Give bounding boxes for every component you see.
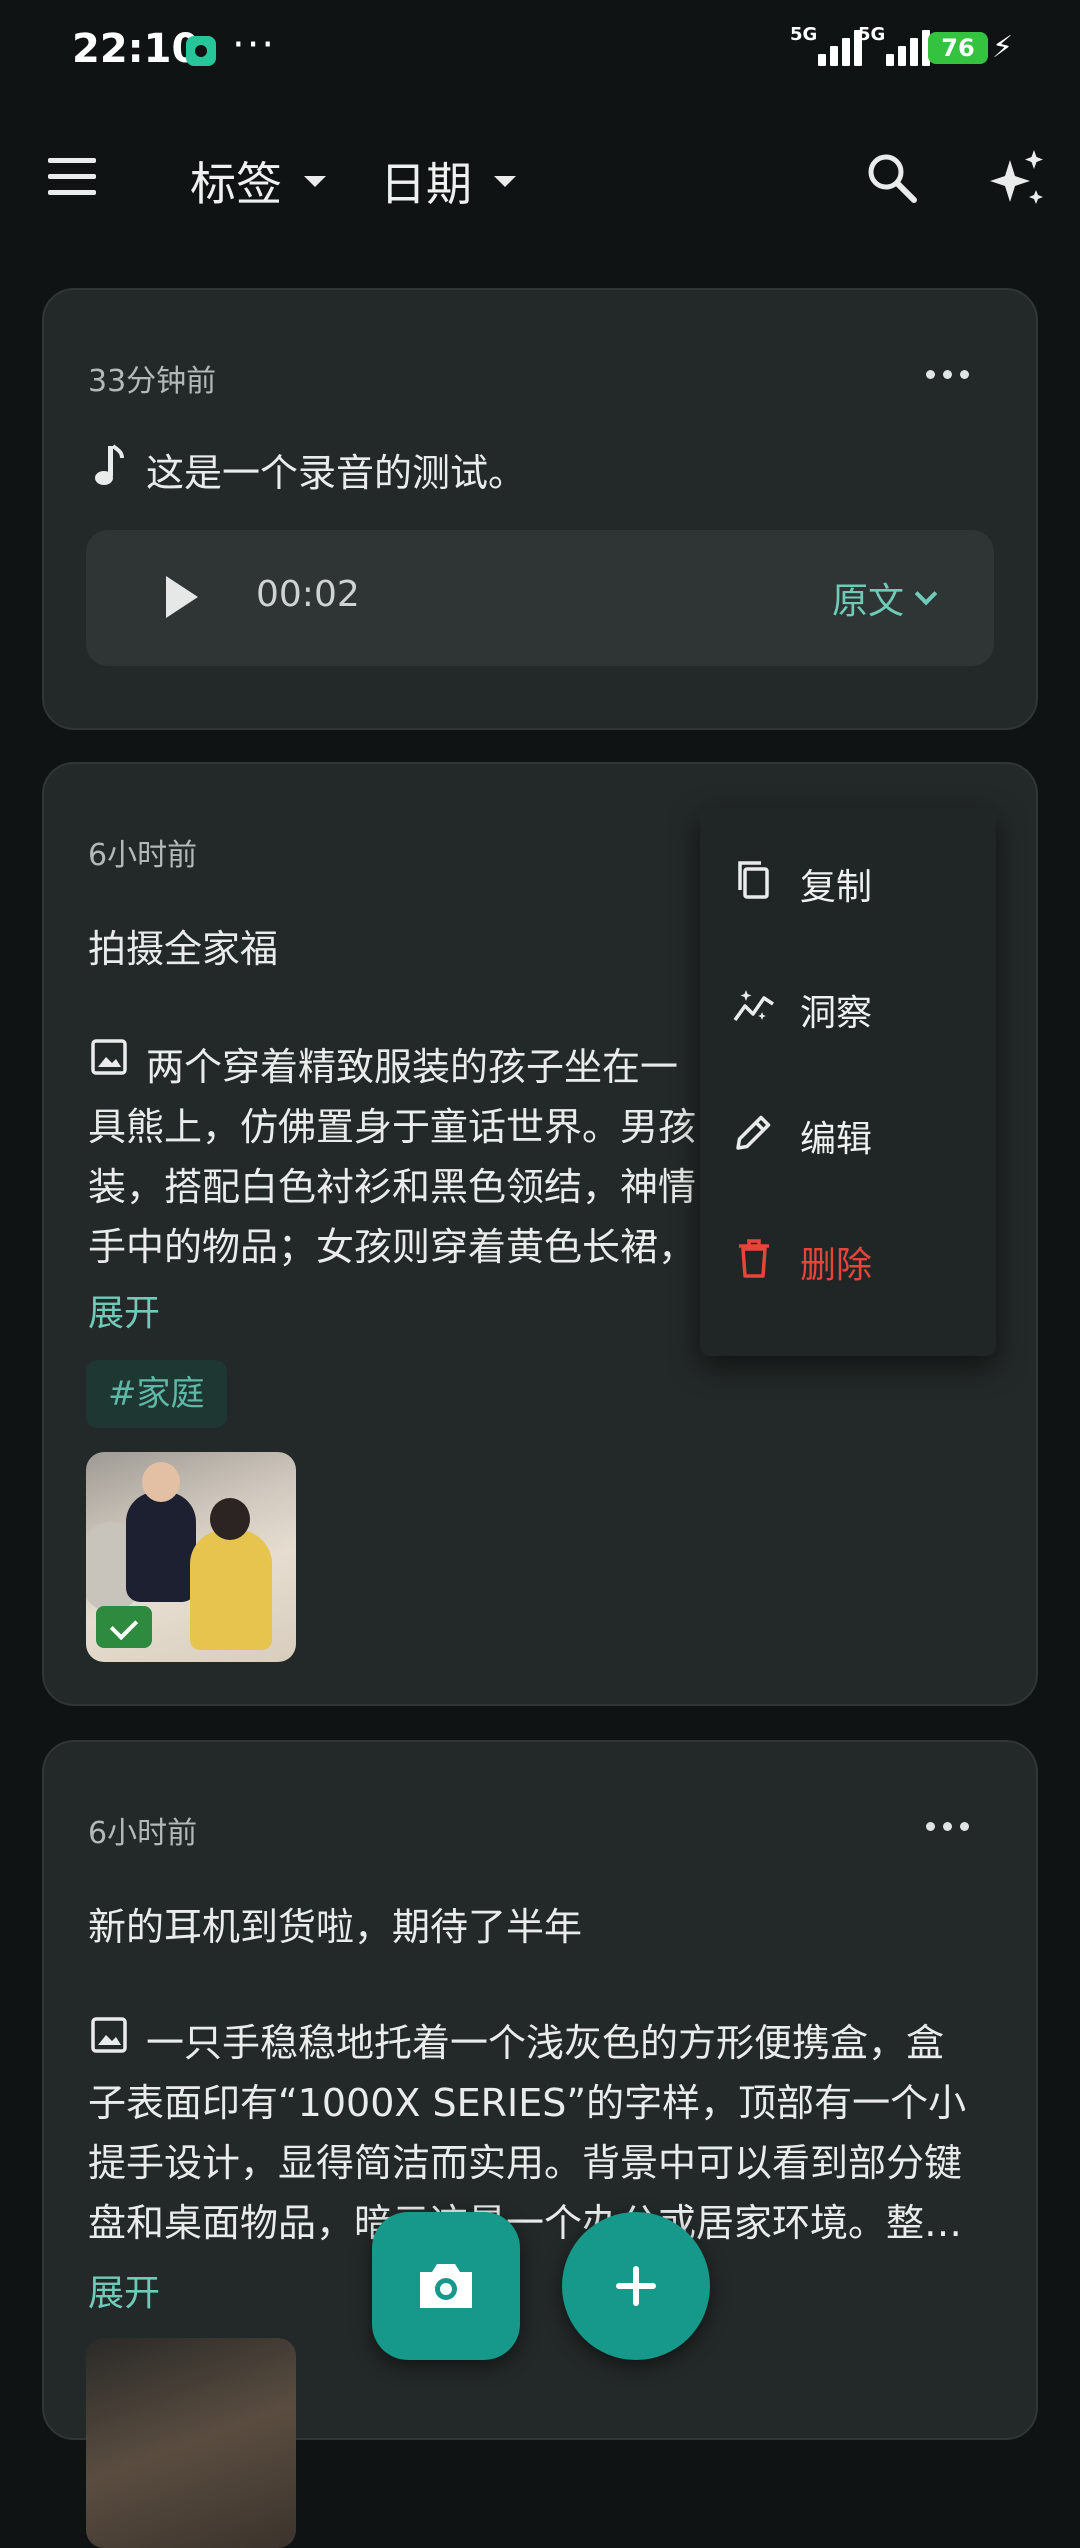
note-time: 33分钟前 (88, 364, 217, 399)
app-notification-icon (186, 36, 216, 66)
sparkle-icon[interactable] (984, 148, 1048, 212)
note-text: 这是一个录音的测试。 (146, 451, 527, 495)
menu-item-label: 洞察 (800, 993, 873, 1034)
image-icon (91, 1039, 127, 1075)
description-line: 装，搭配白色衬衫和黑色领结，神情 (88, 1165, 697, 1209)
date-filter-label: 日期 (380, 157, 472, 211)
check-icon (96, 1606, 152, 1648)
tag-chip[interactable]: #家庭 (86, 1360, 227, 1428)
expand-link[interactable]: 展开 (88, 1284, 160, 1336)
more-notifications-icon: ··· (232, 22, 277, 68)
signal-2-icon: 5G (858, 24, 938, 66)
photo-boy (126, 1462, 196, 1602)
original-text-label: 原文 (831, 581, 904, 622)
chevron-down-icon (914, 582, 938, 606)
description-line: 具熊上，仿佛置身于童话世界。男孩 (88, 1105, 697, 1149)
network-type-2: 5G (858, 24, 886, 45)
add-note-button[interactable] (562, 2212, 710, 2360)
music-note-icon (95, 444, 124, 485)
menu-item-delete[interactable]: 删除 (700, 1198, 996, 1318)
search-icon[interactable] (864, 150, 920, 206)
original-text-toggle[interactable]: 原文 (831, 572, 938, 624)
copy-icon (738, 861, 769, 899)
description-line: 一只手稳稳地托着一个浅灰色的方形便携盒，盒 (146, 2021, 945, 2065)
audio-player: 00:02 原文 (86, 530, 994, 666)
camera-icon (420, 2264, 472, 2308)
menu-item-insight[interactable]: 洞察 (700, 946, 996, 1066)
photo-thumbnail[interactable] (86, 1452, 296, 1662)
expand-link[interactable]: 展开 (88, 2264, 160, 2316)
note-time: 6小时前 (88, 1816, 198, 1851)
note-title: 拍摄全家福 (88, 927, 279, 971)
context-menu: 复制 洞察 编辑 删除 (700, 808, 996, 1356)
tags-filter-label: 标签 (190, 157, 282, 211)
description-line: 盘和桌面物品，暗示这是一个办公或居家环境。整… (88, 2201, 963, 2245)
photo-thumbnail[interactable] (86, 2338, 296, 2548)
menu-item-label: 删除 (800, 1245, 873, 1286)
menu-item-copy[interactable]: 复制 (700, 820, 996, 940)
audio-duration: 00:02 (256, 574, 360, 615)
status-time: 22:10 (72, 26, 200, 72)
more-options-icon[interactable] (922, 1812, 982, 1842)
delete-icon (739, 1239, 769, 1278)
more-options-icon[interactable] (922, 360, 982, 390)
network-type-1: 5G (790, 24, 818, 45)
charging-icon: ⚡ (992, 30, 1014, 65)
camera-button[interactable] (372, 2212, 520, 2360)
tags-filter-dropdown[interactable]: 标签 (190, 148, 326, 214)
description-line: 手中的物品；女孩则穿着黄色长裙， (88, 1225, 697, 1269)
battery-level: 76 (941, 34, 975, 62)
description-line: 提手设计，显得简洁而实用。背景中可以看到部分键 (88, 2141, 963, 2185)
menu-icon[interactable] (48, 158, 98, 198)
battery-indicator: 76 (928, 32, 988, 64)
description-line: 子表面印有“1000X SERIES”的字样，顶部有一个小 (88, 2081, 967, 2125)
description-line: 两个穿着精致服装的孩子坐在一 (146, 1045, 679, 1089)
menu-item-label: 复制 (800, 867, 873, 908)
caret-down-icon (304, 175, 326, 187)
edit-icon (736, 1115, 771, 1150)
note-time: 6小时前 (88, 838, 198, 873)
insight-icon (733, 990, 774, 1022)
menu-item-label: 编辑 (800, 1119, 873, 1160)
caret-down-icon (494, 175, 516, 187)
image-icon (91, 2017, 127, 2053)
play-icon[interactable] (166, 576, 198, 618)
date-filter-dropdown[interactable]: 日期 (380, 148, 516, 214)
menu-item-edit[interactable]: 编辑 (700, 1072, 996, 1192)
photo-girl (190, 1498, 272, 1650)
note-title: 新的耳机到货啦，期待了半年 (88, 1905, 583, 1949)
